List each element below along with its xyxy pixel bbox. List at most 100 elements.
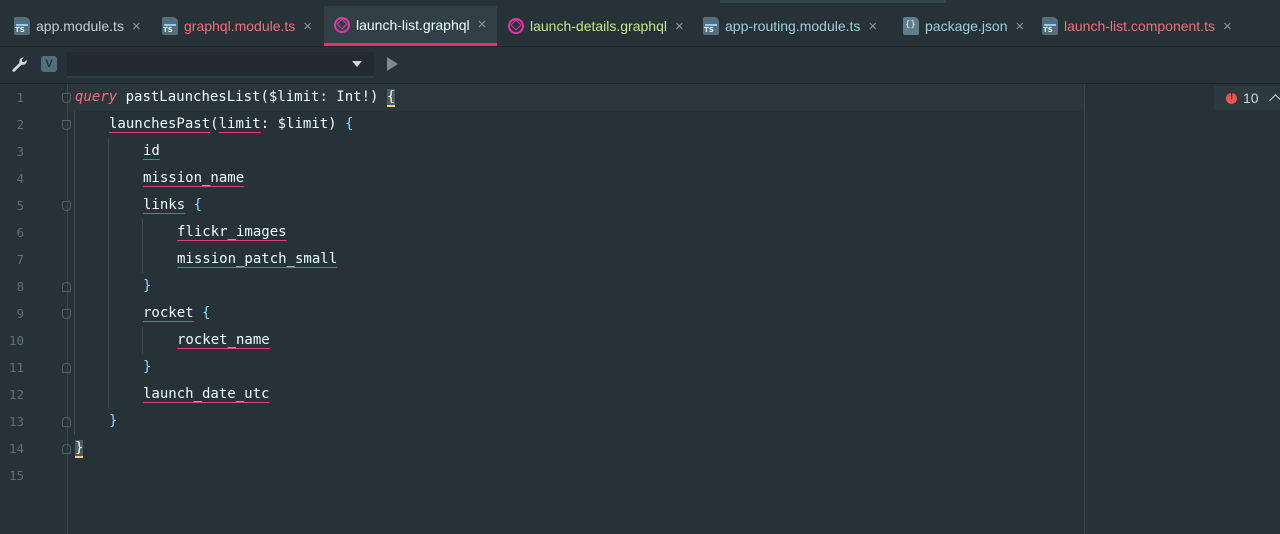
close-icon[interactable]: × <box>132 18 141 35</box>
line-number: 11 <box>8 360 24 375</box>
scroll-indicator <box>720 0 946 3</box>
line-number: 6 <box>16 225 24 240</box>
code-line-6: flickr_images <box>177 219 287 246</box>
fold-end-marker-icon[interactable] <box>62 444 71 454</box>
right-margin-guide <box>1084 84 1085 534</box>
field-launches-past: launchesPast <box>109 116 211 132</box>
tab-label: package.json <box>925 18 1008 34</box>
tab-launch-list-component[interactable]: launch-list.component.ts × <box>1042 6 1232 46</box>
tab-app-routing-module[interactable]: app-routing.module.ts × <box>703 6 877 46</box>
code-editor[interactable]: 1 2 3 4 5 6 7 8 9 10 11 12 13 14 15 quer… <box>0 84 1280 534</box>
brace: { <box>345 116 354 132</box>
tab-label: app.module.ts <box>36 18 124 34</box>
tab-graphql-module[interactable]: graphql.module.ts × <box>162 6 312 46</box>
tab-launch-details-graphql[interactable]: launch-details.graphql × <box>508 6 684 46</box>
graphql-file-icon <box>334 16 350 33</box>
close-icon[interactable]: × <box>303 18 312 35</box>
line-number: 2 <box>16 117 24 132</box>
code-line-4: mission_name <box>143 165 244 192</box>
line-number: 1 <box>16 90 24 105</box>
chevron-down-icon[interactable] <box>352 61 362 67</box>
field-launch-date-utc: launch_date_utc <box>143 386 270 402</box>
close-icon[interactable]: × <box>1016 18 1025 35</box>
line-number: 4 <box>16 171 24 186</box>
paren: ( <box>210 116 219 132</box>
brace: } <box>143 359 152 375</box>
indent-guide <box>74 111 75 435</box>
line-number: 13 <box>8 414 24 429</box>
keyword-query: query <box>75 89 118 105</box>
line-number: 8 <box>16 279 24 294</box>
close-icon[interactable]: × <box>868 18 877 35</box>
brace: } <box>143 278 152 294</box>
matched-brace: } <box>75 440 84 458</box>
wrench-icon[interactable] <box>11 56 29 74</box>
field-links: links <box>143 197 186 213</box>
close-icon[interactable]: × <box>1223 18 1232 35</box>
tab-label: launch-details.graphql <box>530 18 667 34</box>
tab-app-module[interactable]: app.module.ts × <box>14 6 141 46</box>
typescript-file-icon <box>1042 17 1058 35</box>
typescript-file-icon <box>14 17 30 35</box>
line-number: 7 <box>16 252 24 267</box>
argument-value: : $limit) <box>260 116 346 132</box>
indent-guide <box>142 327 143 354</box>
operation-name: pastLaunchesList <box>125 89 261 105</box>
code-line-11: } <box>143 354 151 381</box>
json-file-icon <box>903 17 919 35</box>
tab-label: app-routing.module.ts <box>725 18 861 34</box>
field-rocket: rocket <box>143 305 194 321</box>
tab-label: graphql.module.ts <box>184 18 296 34</box>
line-number: 15 <box>8 468 24 483</box>
field-rocket-name: rocket_name <box>177 332 270 348</box>
field-flickr-images: flickr_images <box>177 224 287 240</box>
chevron-up-icon[interactable] <box>1268 94 1280 107</box>
fold-end-marker-icon[interactable] <box>62 363 71 373</box>
problems-indicator[interactable]: 10 <box>1214 86 1280 110</box>
field-mission-name: mission_name <box>143 170 245 186</box>
code-line-5: links { <box>143 192 202 219</box>
endpoint-select[interactable] <box>67 52 374 78</box>
code-line-13: } <box>109 408 117 435</box>
code-line-12: launch_date_utc <box>143 381 269 408</box>
line-number-gutter: 1 2 3 4 5 6 7 8 9 10 11 12 13 14 15 <box>0 84 71 534</box>
brace: { <box>193 197 203 213</box>
fold-marker-icon[interactable] <box>62 309 71 319</box>
line-number: 5 <box>16 198 24 213</box>
operation-args: ($limit: Int!) <box>260 89 379 105</box>
code-line-3: id <box>143 138 160 165</box>
typescript-file-icon <box>703 17 719 35</box>
graphql-file-icon <box>508 18 524 34</box>
tab-launch-list-graphql[interactable]: launch-list.graphql × <box>324 6 497 46</box>
tab-label: launch-list.graphql <box>356 16 470 33</box>
code-line-1: query pastLaunchesList($limit: Int!) { <box>75 84 396 111</box>
brace: } <box>109 413 118 429</box>
field-mission-patch-small: mission_patch_small <box>177 251 338 267</box>
tab-label: launch-list.component.ts <box>1064 18 1215 34</box>
line-number: 14 <box>8 441 24 456</box>
editor-tab-bar: app.module.ts × graphql.module.ts × laun… <box>0 0 1280 47</box>
tab-package-json[interactable]: package.json × <box>903 6 1024 46</box>
fold-end-marker-icon[interactable] <box>62 417 71 427</box>
code-line-9: rocket { <box>143 300 210 327</box>
error-count: 10 <box>1243 90 1259 106</box>
line-number: 10 <box>8 333 24 348</box>
graphql-toolbar: V <box>0 47 1280 84</box>
variables-badge[interactable]: V <box>41 56 57 72</box>
brace: { <box>202 305 211 321</box>
argument-limit: limit <box>218 116 261 132</box>
matched-brace: { <box>386 89 396 107</box>
fold-marker-icon[interactable] <box>62 201 71 211</box>
code-line-8: } <box>143 273 151 300</box>
indent-guide <box>108 138 109 408</box>
fold-marker-icon[interactable] <box>62 120 71 130</box>
close-icon[interactable]: × <box>478 16 487 33</box>
code-line-10: rocket_name <box>177 327 270 354</box>
fold-end-marker-icon[interactable] <box>62 282 71 292</box>
close-icon[interactable]: × <box>675 18 684 35</box>
indent-guide <box>142 219 143 273</box>
fold-marker-icon[interactable] <box>62 93 71 103</box>
line-number: 12 <box>8 387 24 402</box>
field-id: id <box>143 143 160 159</box>
run-query-icon[interactable] <box>387 57 398 71</box>
